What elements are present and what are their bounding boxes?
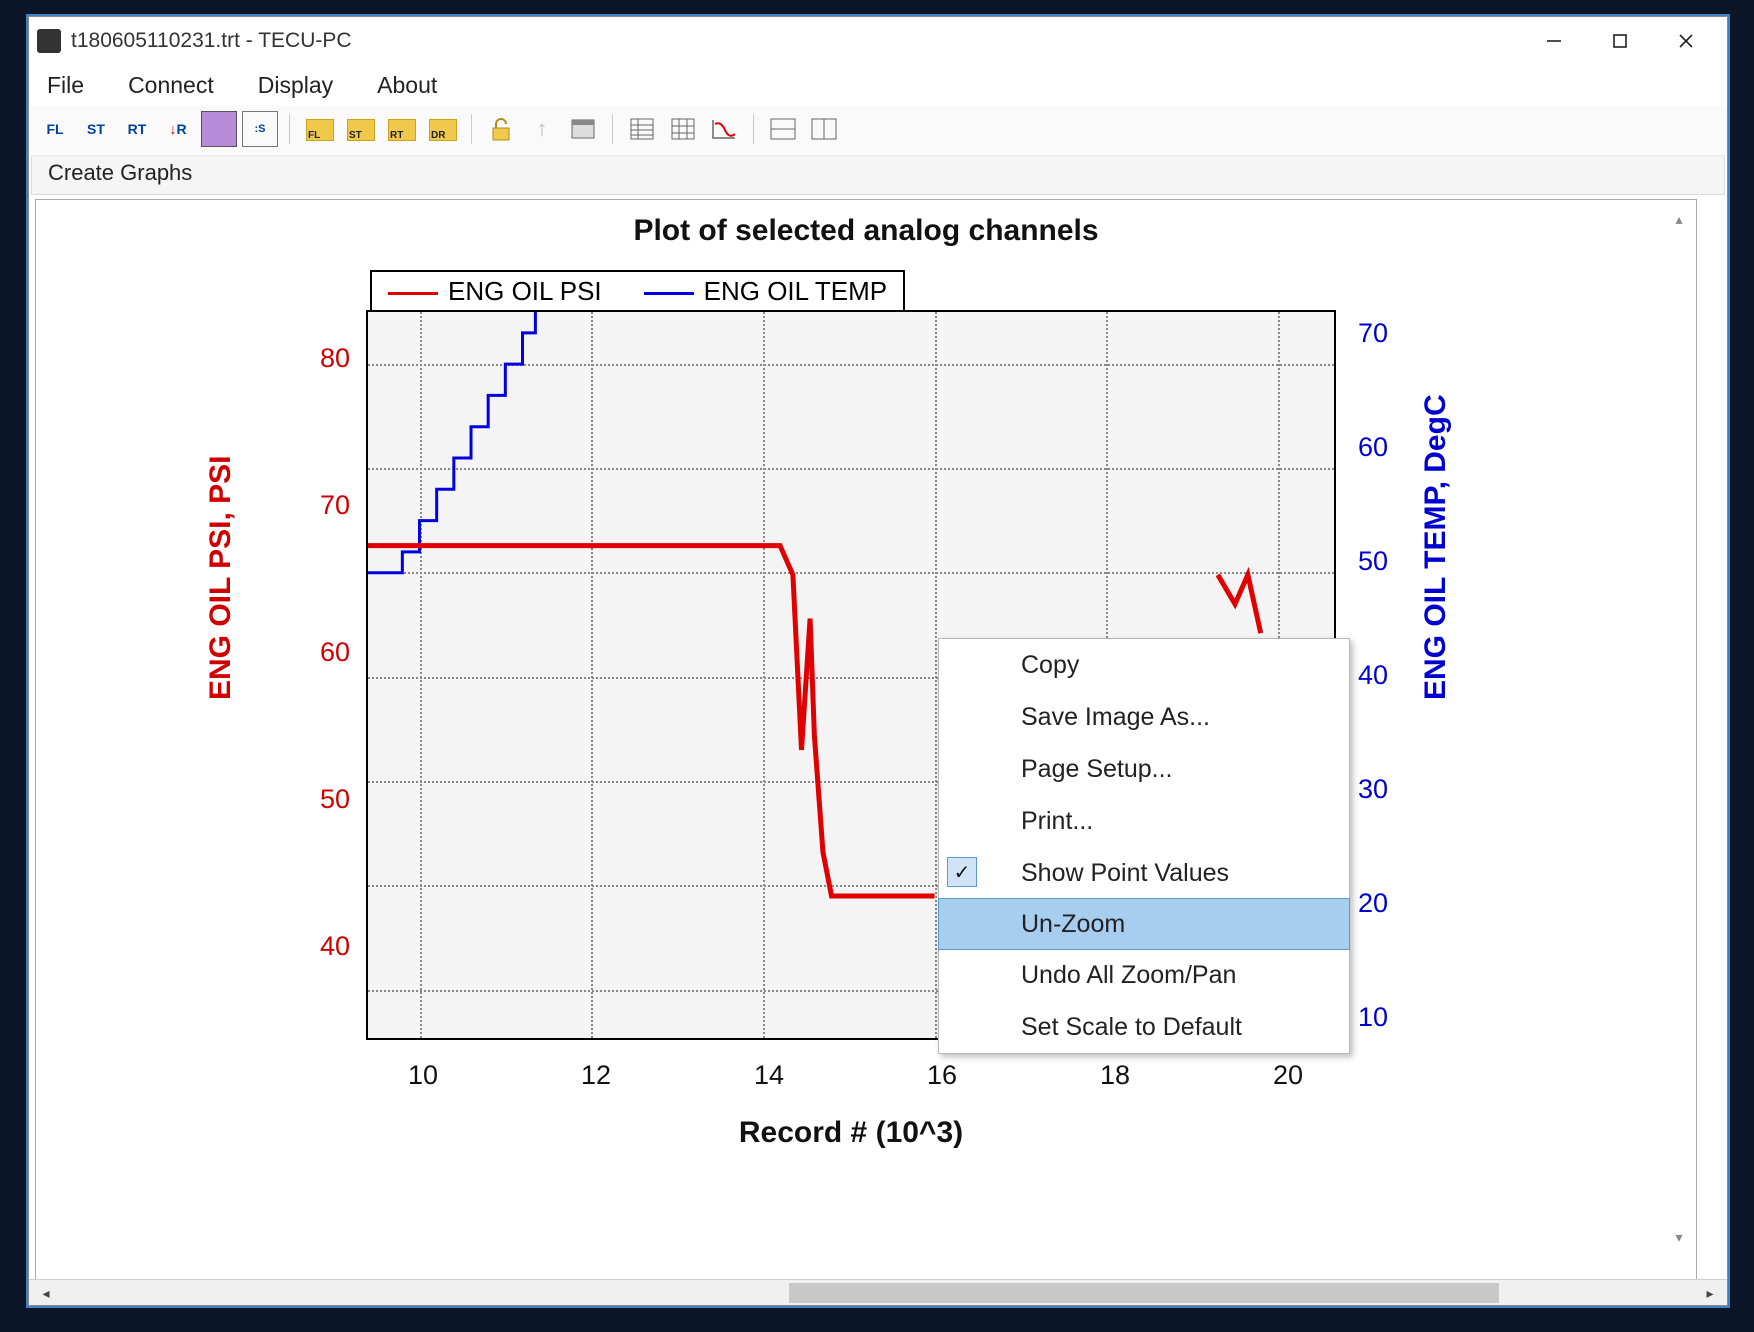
close-button[interactable] <box>1653 20 1719 62</box>
context-menu: Copy Save Image As... Page Setup... Prin… <box>938 638 1350 1054</box>
scroll-up-icon[interactable]: ▴ <box>1668 208 1690 230</box>
y-left-label: ENG OIL PSI, PSI <box>204 455 238 700</box>
menu-about[interactable]: About <box>377 72 437 99</box>
chart-frame[interactable]: Plot of selected analog channels ENG OIL… <box>35 199 1697 1301</box>
scroll-down-icon[interactable]: ▾ <box>1668 1226 1690 1248</box>
legend-item-psi: ENG OIL PSI <box>388 276 602 307</box>
toolbar-sbox[interactable]: :S <box>242 111 278 147</box>
xtick: 14 <box>744 1060 794 1091</box>
toolbar-purple[interactable] <box>201 111 237 147</box>
window-icon <box>571 119 595 139</box>
ctx-copy[interactable]: Copy <box>939 639 1349 691</box>
toolbar-folder-dr[interactable]: DR <box>424 111 460 147</box>
horizontal-scrollbar[interactable]: ◂ ▸ <box>29 1279 1727 1305</box>
app-icon <box>37 29 61 53</box>
ctx-save-image[interactable]: Save Image As... <box>939 691 1349 743</box>
toolbar-lock[interactable] <box>483 111 519 147</box>
legend-swatch-red <box>388 292 438 295</box>
menubar: File Connect Display About <box>29 65 1727 105</box>
window-title: t180605110231.trt - TECU-PC <box>71 29 1521 53</box>
close-icon <box>1677 32 1695 50</box>
toolbar: FL ST RT ↓R :S FL ST RT DR ↑ <box>29 105 1727 153</box>
ytick-right: 10 <box>1358 1002 1408 1033</box>
ytick-right: 70 <box>1358 318 1408 349</box>
toolbar-separator <box>612 114 613 144</box>
minimize-button[interactable] <box>1521 20 1587 62</box>
xtick: 20 <box>1263 1060 1313 1091</box>
scroll-left-icon[interactable]: ◂ <box>33 1280 59 1306</box>
create-graphs-bar[interactable]: Create Graphs <box>31 155 1725 195</box>
toolbar-folder-st[interactable]: ST <box>342 111 378 147</box>
toolbar-folder-rt[interactable]: RT <box>383 111 419 147</box>
toolbar-separator <box>289 114 290 144</box>
toolbar-folder-fl[interactable]: FL <box>301 111 337 147</box>
ytick-left: 60 <box>300 637 350 668</box>
ytick-left: 70 <box>300 490 350 521</box>
maximize-button[interactable] <box>1587 20 1653 62</box>
ytick-left: 80 <box>300 343 350 374</box>
toolbar-st[interactable]: ST <box>78 111 114 147</box>
lock-icon <box>490 116 512 142</box>
toolbar-fl[interactable]: FL <box>37 111 73 147</box>
x-axis-label: Record # (10^3) <box>366 1116 1336 1150</box>
ytick-right: 50 <box>1358 546 1408 577</box>
y-right-label: ENG OIL TEMP, DegC <box>1419 394 1453 700</box>
window-controls <box>1521 20 1719 62</box>
ytick-left: 40 <box>300 931 350 962</box>
xtick: 18 <box>1090 1060 1140 1091</box>
ytick-left: 50 <box>300 784 350 815</box>
toolbar-window[interactable] <box>565 111 601 147</box>
toolbar-grid[interactable] <box>665 111 701 147</box>
toolbar-separator <box>753 114 754 144</box>
titlebar: t180605110231.trt - TECU-PC <box>29 17 1727 65</box>
ctx-set-scale-default[interactable]: Set Scale to Default <box>939 1001 1349 1053</box>
form-icon <box>630 118 654 140</box>
menu-display[interactable]: Display <box>258 72 333 99</box>
toolbar-rt[interactable]: RT <box>119 111 155 147</box>
toolbar-arrow-up[interactable]: ↑ <box>524 111 560 147</box>
legend-item-temp: ENG OIL TEMP <box>644 276 888 307</box>
maximize-icon <box>1611 32 1629 50</box>
ytick-right: 20 <box>1358 888 1408 919</box>
ctx-page-setup[interactable]: Page Setup... <box>939 743 1349 795</box>
menu-file[interactable]: File <box>47 72 84 99</box>
scrollbar-thumb[interactable] <box>789 1283 1499 1303</box>
toolbar-split-h[interactable] <box>765 111 801 147</box>
toolbar-down-r[interactable]: ↓R <box>160 111 196 147</box>
scroll-right-icon[interactable]: ▸ <box>1697 1280 1723 1306</box>
app-window: t180605110231.trt - TECU-PC File Connect… <box>28 16 1728 1306</box>
vertical-scrollbar[interactable]: ▴ ▾ <box>1668 208 1690 1248</box>
toolbar-separator <box>471 114 472 144</box>
grid-icon <box>671 118 695 140</box>
toolbar-chart[interactable] <box>706 111 742 147</box>
chart-legend: ENG OIL PSI ENG OIL TEMP <box>370 270 905 313</box>
ctx-unzoom[interactable]: Un-Zoom <box>938 898 1350 950</box>
xtick: 12 <box>571 1060 621 1091</box>
ctx-show-point-values[interactable]: ✓ Show Point Values <box>939 847 1349 899</box>
chart-title: Plot of selected analog channels <box>36 214 1696 248</box>
ytick-right: 40 <box>1358 660 1408 691</box>
minimize-icon <box>1545 32 1563 50</box>
xtick: 10 <box>398 1060 448 1091</box>
split-v-icon <box>811 118 837 140</box>
ctx-undo-all-zoom[interactable]: Undo All Zoom/Pan <box>939 949 1349 1001</box>
ctx-print[interactable]: Print... <box>939 795 1349 847</box>
ytick-right: 60 <box>1358 432 1408 463</box>
checkmark-icon: ✓ <box>947 857 977 887</box>
chart-icon <box>711 118 737 140</box>
toolbar-form[interactable] <box>624 111 660 147</box>
ytick-right: 30 <box>1358 774 1408 805</box>
legend-swatch-blue <box>644 292 694 295</box>
split-h-icon <box>770 118 796 140</box>
xtick: 16 <box>917 1060 967 1091</box>
menu-connect[interactable]: Connect <box>128 72 214 99</box>
toolbar-split-v[interactable] <box>806 111 842 147</box>
